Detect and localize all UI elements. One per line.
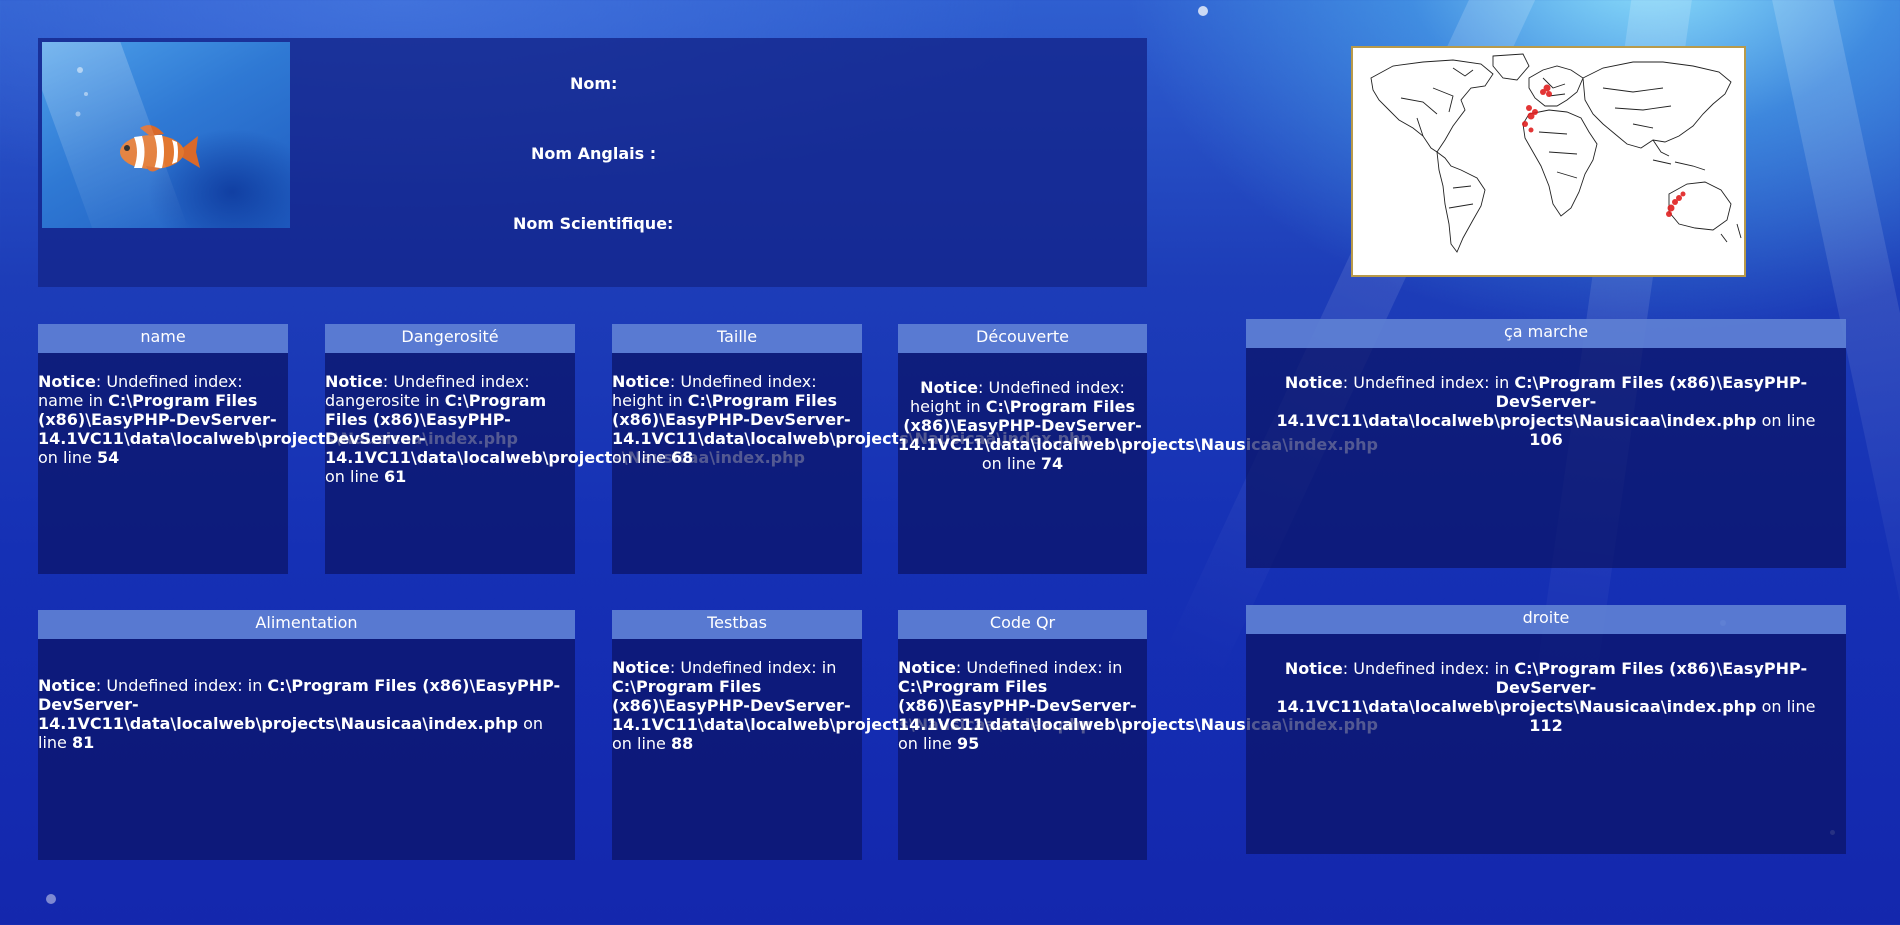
nom-scientifique-label: Nom Scientifique:: [513, 214, 674, 233]
bubble: [46, 894, 56, 904]
notice-line-number: 61: [383, 467, 407, 486]
notice-label: Notice: [1284, 659, 1343, 678]
notice-line-text: on line: [612, 448, 671, 467]
box-alimentation-title: Alimentation: [255, 613, 358, 632]
box-taille-notice: Notice: Undefined index: height in C:\Pr…: [612, 372, 1092, 467]
notice-line-text: on line: [981, 454, 1041, 473]
notice-line-number: 74: [1040, 454, 1064, 473]
notice-label: Notice: [920, 378, 979, 397]
box-name-notice: Notice: Undefined index: name in C:\Prog…: [38, 372, 518, 467]
notice-message: : Undefined index: in: [955, 658, 1123, 677]
box-droite-notice: Notice: Undefined index: in C:\Program F…: [1258, 659, 1834, 735]
box-ca-marche-header: ça marche: [1246, 319, 1846, 348]
fish-image: [42, 42, 290, 228]
notice-line-number: 112: [1529, 716, 1563, 735]
box-code-qr-title: Code Qr: [989, 613, 1056, 632]
notice-line-number: 106: [1529, 430, 1563, 449]
notice-line-text: on line: [898, 734, 957, 753]
box-alimentation-notice: Notice: Undefined index: in C:\Program F…: [38, 676, 575, 752]
box-testbas-title: Testbas: [707, 613, 767, 632]
box-decouverte-header: Découverte: [898, 324, 1147, 353]
box-taille-header: Taille: [612, 324, 862, 353]
box-dangerosite-notice: Notice: Undefined index: dangerosite in …: [325, 372, 805, 486]
box-code-qr-notice: Notice: Undefined index: in C:\Program F…: [898, 658, 1378, 753]
box-testbas-notice: Notice: Undefined index: in C:\Program F…: [612, 658, 1092, 753]
box-ca-marche-title: ça marche: [1503, 322, 1589, 341]
notice-message: : Undefined index: in: [669, 658, 837, 677]
nom-label: Nom:: [570, 74, 618, 93]
notice-label: Notice: [38, 372, 96, 391]
bubble: [1198, 6, 1208, 16]
notice-line-number: 68: [670, 448, 694, 467]
notice-line-text: on line: [612, 734, 671, 753]
box-droite-header: droite: [1246, 605, 1846, 634]
world-map-image: [1351, 46, 1746, 277]
notice-label: Notice: [38, 676, 96, 695]
box-dangerosite-title: Dangerosité: [401, 327, 499, 346]
box-code-qr-header: Code Qr: [898, 610, 1147, 639]
box-ca-marche-notice: Notice: Undefined index: in C:\Program F…: [1258, 373, 1834, 449]
notice-message: : Undefined index: in: [1342, 659, 1515, 678]
notice-label: Notice: [898, 658, 956, 677]
box-name-header: name: [38, 324, 288, 353]
box-taille-title: Taille: [716, 327, 758, 346]
world-map-icon: [1370, 53, 1742, 253]
notice-line-text: on line: [325, 467, 384, 486]
notice-message: : Undefined index: in: [95, 676, 268, 695]
box-decouverte-notice: Notice: Undefined index: height in C:\Pr…: [898, 378, 1378, 473]
notice-label: Notice: [325, 372, 383, 391]
nom-anglais-label: Nom Anglais :: [531, 144, 657, 163]
box-alimentation-header: Alimentation: [38, 610, 575, 639]
notice-line-number: 81: [71, 733, 95, 752]
notice-line-number: 54: [96, 448, 120, 467]
box-name-title: name: [140, 327, 186, 346]
box-testbas-header: Testbas: [612, 610, 862, 639]
notice-line-number: 95: [956, 734, 980, 753]
notice-label: Notice: [612, 372, 670, 391]
notice-label: Notice: [1284, 373, 1343, 392]
box-decouverte-title: Découverte: [976, 327, 1069, 346]
notice-line-text: on line: [1756, 697, 1816, 716]
notice-line-text: on line: [38, 448, 97, 467]
notice-label: Notice: [612, 658, 670, 677]
box-dangerosite-header: Dangerosité: [325, 324, 575, 353]
notice-line-text: on line: [1756, 411, 1816, 430]
notice-message: : Undefined index: in: [1342, 373, 1515, 392]
notice-line-number: 88: [670, 734, 694, 753]
box-droite-title: droite: [1522, 608, 1570, 627]
